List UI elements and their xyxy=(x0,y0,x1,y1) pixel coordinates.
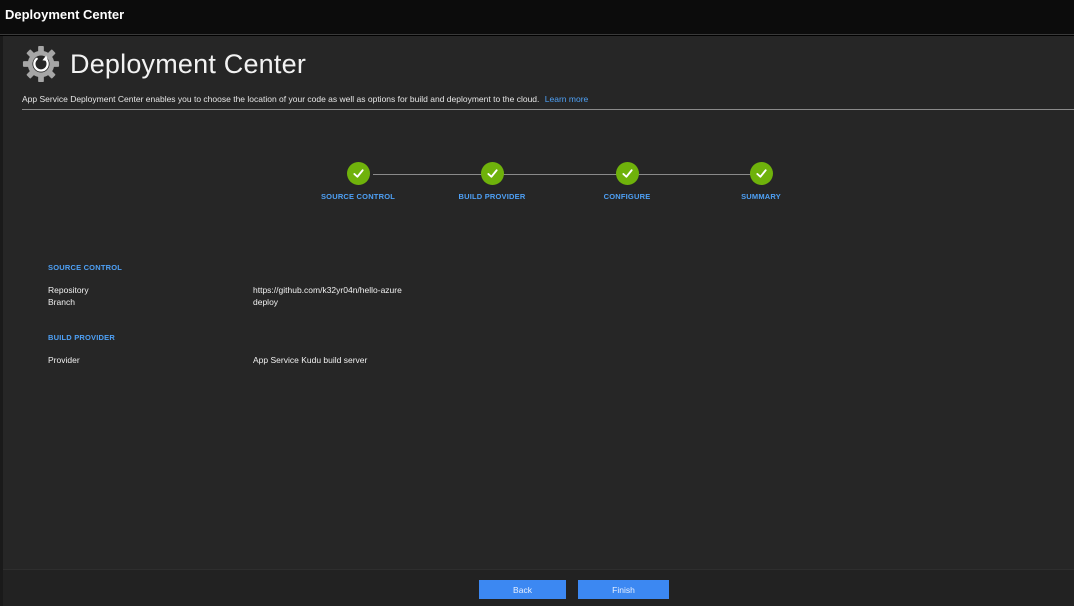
branch-label: Branch xyxy=(48,297,75,307)
finish-button[interactable]: Finish xyxy=(578,580,669,599)
step-summary[interactable]: SUMMARY xyxy=(701,162,821,201)
repository-value: https://github.com/k32yr04n/hello-azure xyxy=(253,285,402,295)
branch-value: deploy xyxy=(253,297,279,307)
check-icon xyxy=(749,162,773,185)
wizard-footer: Back Finish xyxy=(3,569,1074,606)
step-label: BUILD PROVIDER xyxy=(458,192,526,201)
back-button[interactable]: Back xyxy=(479,580,566,599)
check-icon xyxy=(346,162,370,185)
step-build-provider[interactable]: BUILD PROVIDER xyxy=(432,162,552,201)
check-icon xyxy=(615,162,639,185)
window-title: Deployment Center xyxy=(5,7,125,22)
provider-value: App Service Kudu build server xyxy=(253,355,368,365)
step-label: CONFIGURE xyxy=(603,192,651,201)
section-title-source-control: SOURCE CONTROL xyxy=(48,263,123,272)
page-description: App Service Deployment Center enables yo… xyxy=(22,94,588,104)
header-divider xyxy=(22,109,1074,110)
description-text: App Service Deployment Center enables yo… xyxy=(22,94,540,104)
step-label: SOURCE CONTROL xyxy=(320,192,396,201)
section-title-build-provider: BUILD PROVIDER xyxy=(48,333,115,342)
step-label: SUMMARY xyxy=(741,192,781,201)
provider-label: Provider xyxy=(48,355,80,365)
window-titlebar: Deployment Center xyxy=(0,0,1074,35)
page-header: Deployment Center xyxy=(22,44,306,84)
wizard-steps: SOURCE CONTROL BUILD PROVIDER CONFIGURE … xyxy=(303,162,823,212)
gear-icon xyxy=(22,45,60,83)
deployment-center-panel: Deployment Center App Service Deployment… xyxy=(3,36,1074,606)
repository-label: Repository xyxy=(48,285,89,295)
learn-more-link[interactable]: Learn more xyxy=(545,94,588,104)
check-icon xyxy=(480,162,504,185)
step-source-control[interactable]: SOURCE CONTROL xyxy=(298,162,418,201)
step-configure[interactable]: CONFIGURE xyxy=(567,162,687,201)
page-title: Deployment Center xyxy=(70,48,307,79)
